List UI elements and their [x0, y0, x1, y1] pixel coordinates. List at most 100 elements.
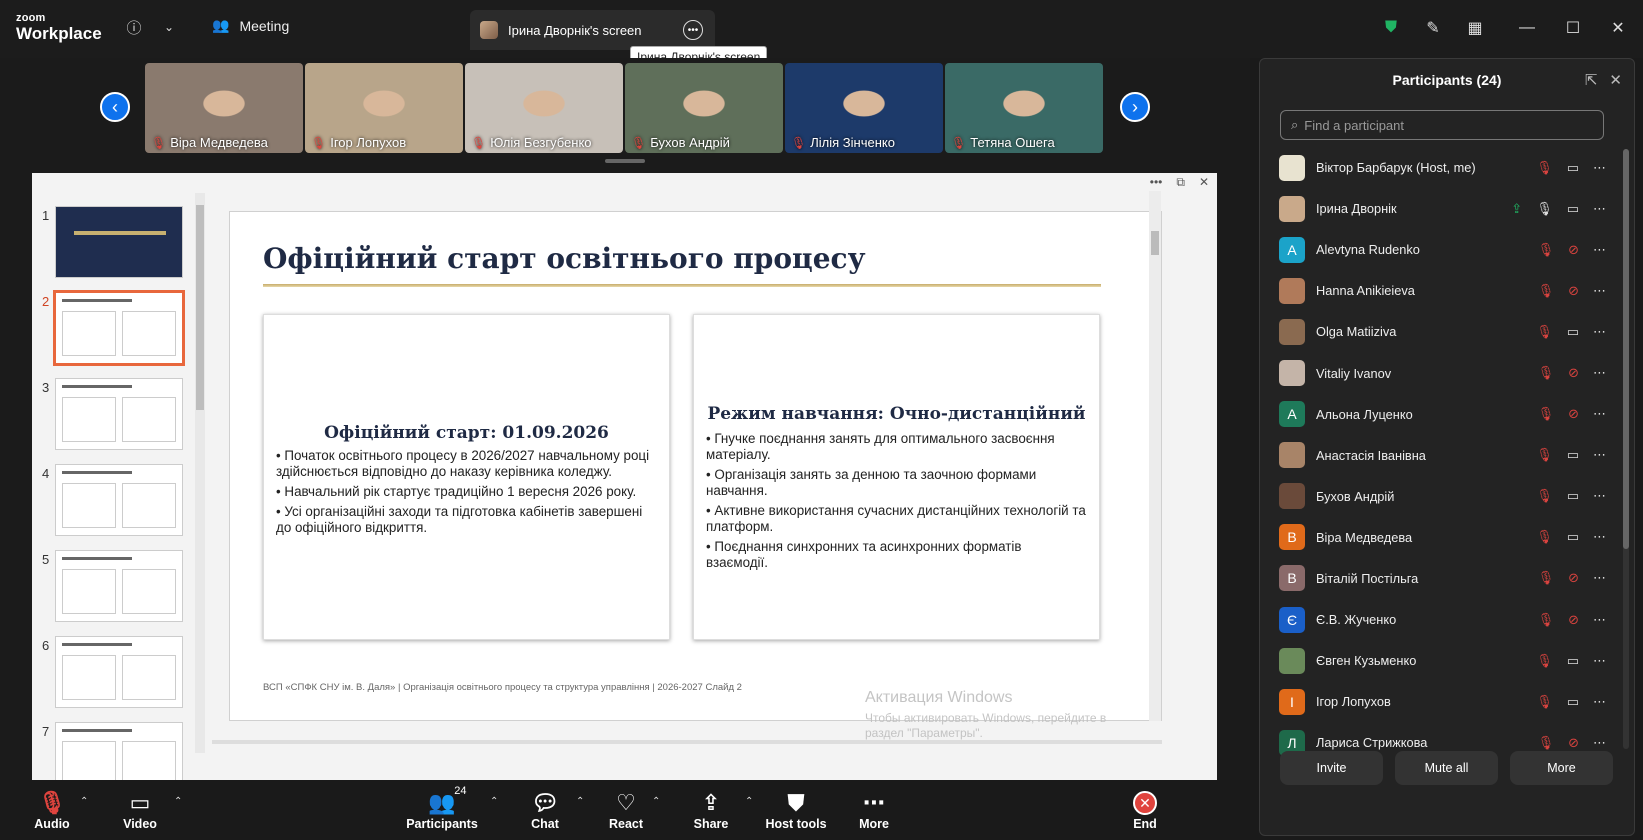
camera-icon[interactable]: ▭: [1567, 653, 1579, 669]
apps-icon[interactable]: ▦: [1460, 14, 1490, 42]
mic-muted-icon[interactable]: 🎙︎: [1536, 447, 1553, 463]
mic-muted-icon[interactable]: 🎙︎: [1536, 529, 1553, 545]
slide-thumbnail-row[interactable]: 5: [32, 550, 202, 630]
participant-row[interactable]: Анастасія Іванівна 🎙︎ ▭ ⋯: [1260, 435, 1620, 476]
participant-search[interactable]: ⌕: [1280, 110, 1604, 140]
mic-muted-icon[interactable]: 🎙︎: [1538, 242, 1555, 258]
mic-muted-icon[interactable]: 🎙︎: [1536, 160, 1553, 176]
mic-muted-icon[interactable]: 🎙︎: [1538, 283, 1555, 299]
minimize-icon[interactable]: —: [1512, 14, 1542, 42]
slide-thumbnail-row[interactable]: 2: [32, 290, 202, 372]
participant-row[interactable]: В Віталій Постільга 🎙︎ ⊘ ⋯: [1260, 558, 1620, 599]
share-button[interactable]: ⇪ Share: [671, 780, 751, 840]
mute-all-button[interactable]: Mute all: [1395, 751, 1498, 785]
chat-options-caret[interactable]: ⌃: [576, 796, 584, 807]
annotate-icon[interactable]: ✎: [1418, 14, 1448, 42]
more-icon[interactable]: ⋯: [1593, 201, 1606, 217]
video-tile[interactable]: 🎙︎ Віра Медведева: [145, 63, 303, 153]
video-tile[interactable]: 🎙︎ Лілія Зінченко: [785, 63, 943, 153]
more-icon[interactable]: ⋯: [1593, 529, 1606, 545]
mic-muted-icon[interactable]: 🎙︎: [1536, 653, 1553, 669]
participants-button[interactable]: 👥 24 Participants: [402, 780, 482, 840]
camera-off-icon[interactable]: ⊘: [1568, 242, 1579, 258]
popout-icon[interactable]: ⧉: [1176, 175, 1185, 190]
participant-row[interactable]: В Віра Медведева 🎙︎ ▭ ⋯: [1260, 517, 1620, 558]
camera-off-icon[interactable]: ⊘: [1568, 365, 1579, 381]
host-tools-button[interactable]: ⛊ Host tools: [756, 780, 836, 840]
participants-options-caret[interactable]: ⌃: [490, 796, 498, 807]
video-button[interactable]: ▭ Video: [100, 780, 180, 840]
invite-button[interactable]: Invite: [1280, 751, 1383, 785]
camera-off-icon[interactable]: ⊘: [1568, 406, 1579, 422]
info-icon[interactable]: ⓘ: [123, 16, 145, 38]
more-icon[interactable]: ⋯: [1593, 488, 1606, 504]
more-icon[interactable]: ⋯: [1593, 242, 1606, 258]
chevron-down-icon[interactable]: ⌄: [158, 16, 180, 38]
slide-thumbnail-row[interactable]: 1: [32, 206, 202, 286]
camera-icon[interactable]: ▭: [1567, 160, 1579, 176]
camera-icon[interactable]: ▭: [1567, 529, 1579, 545]
slide-thumbnail-row[interactable]: 4: [32, 464, 202, 544]
more-icon[interactable]: ⋯: [1593, 612, 1606, 628]
camera-icon[interactable]: ▭: [1567, 324, 1579, 340]
camera-off-icon[interactable]: ⊘: [1568, 570, 1579, 586]
camera-icon[interactable]: ▭: [1567, 201, 1579, 217]
participant-row[interactable]: Ірина Дворнік ⇪ 🎙︎ ▭ ⋯: [1260, 188, 1620, 229]
mic-muted-icon[interactable]: 🎙︎: [1538, 735, 1555, 751]
more-icon[interactable]: ⋯: [1593, 365, 1606, 381]
slide-thumbnail[interactable]: [55, 464, 183, 536]
camera-off-icon[interactable]: ⊘: [1568, 735, 1579, 751]
mic-muted-icon[interactable]: 🎙︎: [1536, 324, 1553, 340]
more-icon[interactable]: ⋯: [1593, 324, 1606, 340]
maximize-icon[interactable]: ☐: [1558, 14, 1588, 42]
gallery-prev-button[interactable]: ‹: [100, 92, 130, 122]
close-icon[interactable]: ✕: [1609, 71, 1622, 89]
more-button[interactable]: ⋯ More: [834, 780, 914, 840]
slide-thumbnail-row[interactable]: 7: [32, 722, 202, 780]
participant-row[interactable]: Бухов Андрій 🎙︎ ▭ ⋯: [1260, 476, 1620, 517]
more-icon[interactable]: ⋯: [1593, 694, 1606, 710]
slide-thumbnail[interactable]: [55, 550, 183, 622]
mic-icon[interactable]: 🎙︎: [1536, 201, 1553, 217]
more-icon[interactable]: •••: [1150, 175, 1163, 190]
audio-button[interactable]: 🎙︎ Audio: [12, 780, 92, 840]
mic-muted-icon[interactable]: 🎙︎: [1536, 694, 1553, 710]
participant-row[interactable]: A Alevtyna Rudenko 🎙︎ ⊘ ⋯: [1260, 229, 1620, 270]
more-icon[interactable]: ⋯: [1593, 160, 1606, 176]
slide-thumbnail[interactable]: [53, 290, 185, 366]
video-tile[interactable]: 🎙︎ Тетяна Ошега: [945, 63, 1103, 153]
more-icon[interactable]: ⋯: [1593, 735, 1606, 751]
gallery-next-button[interactable]: ›: [1120, 92, 1150, 122]
mic-muted-icon[interactable]: 🎙︎: [1538, 406, 1555, 422]
thumbs-scrollbar[interactable]: [195, 193, 205, 753]
slide-scrollbar[interactable]: [1149, 191, 1161, 721]
slide-thumbnail-row[interactable]: 6: [32, 636, 202, 716]
search-input[interactable]: [1304, 117, 1585, 133]
slide-thumbnail[interactable]: [55, 636, 183, 708]
share-options-caret[interactable]: ⌃: [745, 796, 753, 807]
participant-row[interactable]: Vitaliy Ivanov 🎙︎ ⊘ ⋯: [1260, 352, 1620, 393]
resize-handle[interactable]: [605, 159, 645, 163]
participant-row[interactable]: Євген Кузьменко 🎙︎ ▭ ⋯: [1260, 640, 1620, 681]
slide-thumbnail-row[interactable]: 3: [32, 378, 202, 458]
participant-row[interactable]: Є Є.В. Жученко 🎙︎ ⊘ ⋯: [1260, 599, 1620, 640]
more-icon[interactable]: ⋯: [1593, 283, 1606, 299]
camera-icon[interactable]: ▭: [1567, 694, 1579, 710]
slide-thumbnail[interactable]: [55, 722, 183, 780]
react-button[interactable]: ♡ React: [586, 780, 666, 840]
participant-row[interactable]: Olga Matiiziva 🎙︎ ▭ ⋯: [1260, 311, 1620, 352]
participant-row[interactable]: Hanna Anikieieva 🎙︎ ⊘ ⋯: [1260, 270, 1620, 311]
mic-muted-icon[interactable]: 🎙︎: [1538, 365, 1555, 381]
more-button[interactable]: More: [1510, 751, 1613, 785]
more-icon[interactable]: ⋯: [1593, 570, 1606, 586]
more-options-icon[interactable]: •••: [683, 20, 703, 40]
tab-meeting[interactable]: 👥 Meeting: [212, 17, 289, 34]
shield-icon[interactable]: ⛊: [1376, 14, 1406, 42]
close-icon[interactable]: ✕: [1603, 14, 1633, 42]
more-icon[interactable]: ⋯: [1593, 653, 1606, 669]
close-share-icon[interactable]: ✕: [1199, 175, 1209, 190]
camera-off-icon[interactable]: ⊘: [1568, 283, 1579, 299]
react-options-caret[interactable]: ⌃: [652, 796, 660, 807]
end-button[interactable]: ✕ End: [1105, 780, 1185, 840]
video-tile[interactable]: 🎙︎ Бухов Андрій: [625, 63, 783, 153]
